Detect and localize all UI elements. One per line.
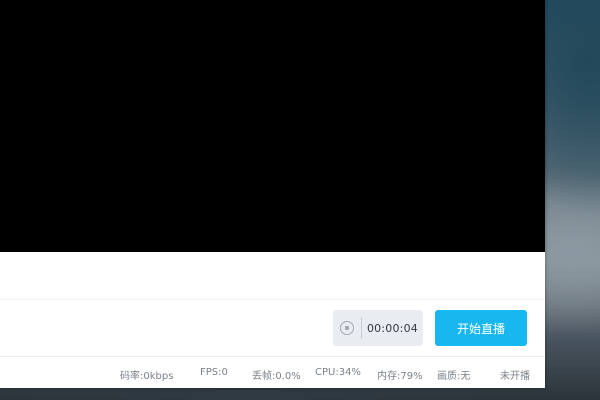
stop-button[interactable]	[333, 310, 361, 346]
timer-value: 00:00:04	[366, 321, 418, 335]
live-state-status: 未开播	[500, 371, 530, 382]
video-preview	[0, 0, 545, 252]
start-live-button[interactable]: 开始直播	[435, 310, 527, 346]
recording-timer: 00:00:04	[333, 310, 423, 346]
fps-status: FPS:0	[200, 367, 228, 378]
live-streaming-app-window: 00:00:04 开始直播 码率:0kbps FPS:0 丢帧:0.0% CPU…	[0, 0, 545, 388]
bitrate-status: 码率:0kbps	[120, 371, 174, 382]
quality-status: 画质:无	[437, 371, 471, 382]
status-bar: 码率:0kbps FPS:0 丢帧:0.0% CPU:34% 内存:79% 画质…	[0, 357, 545, 388]
stop-circle-icon	[340, 321, 354, 335]
scene-area	[0, 252, 545, 300]
cpu-status: CPU:34%	[315, 367, 361, 378]
dropped-frames-status: 丢帧:0.0%	[252, 371, 301, 382]
memory-status: 内存:79%	[377, 371, 423, 382]
